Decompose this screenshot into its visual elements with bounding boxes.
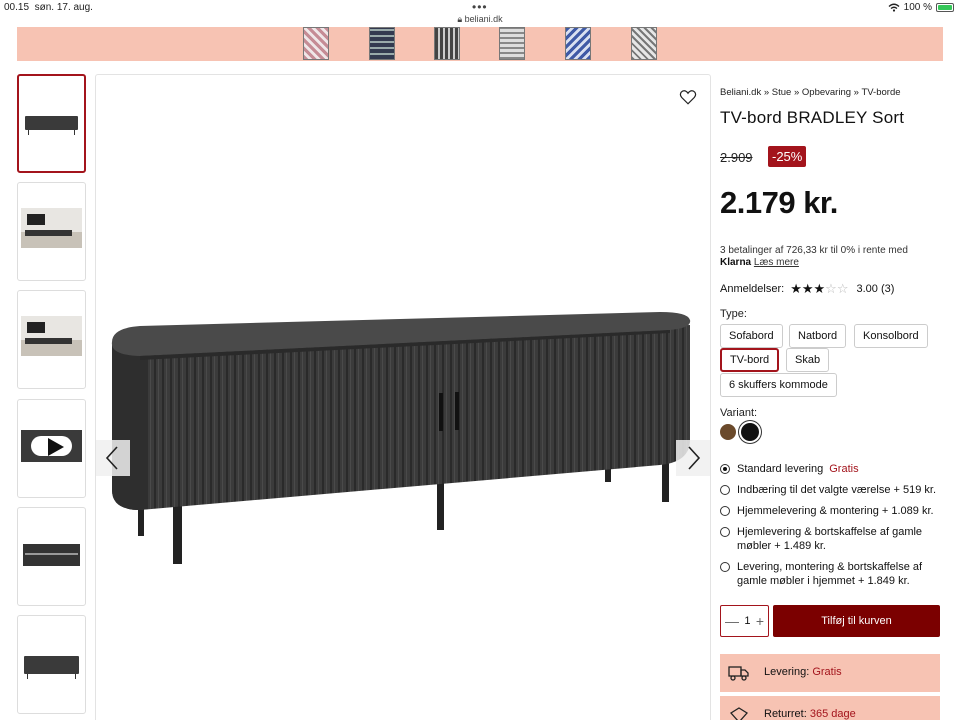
address-bar[interactable]: 🔒︎ beliani.dk <box>0 14 960 25</box>
status-bar: 00.15 søn. 17. aug. ••• 🔒︎ beliani.dk 10… <box>0 0 960 26</box>
chevron-right-icon <box>688 446 701 470</box>
more-icon[interactable]: ••• <box>472 0 488 14</box>
product-title: TV-bord BRADLEY Sort <box>720 108 905 127</box>
rug-image[interactable] <box>303 27 329 60</box>
rating-stars: ★★★☆☆ <box>790 281 848 297</box>
returns-info-box: Returret: 365 dage <box>720 696 940 720</box>
type-option-tv-bord[interactable]: TV-bord <box>720 348 780 372</box>
return-365-icon <box>730 707 748 720</box>
rating-score: 3.00 (3) <box>856 283 895 295</box>
status-time: 00.15 søn. 17. aug. <box>4 2 93 13</box>
thumbnail-3[interactable] <box>17 290 86 389</box>
rug-image[interactable] <box>434 27 460 60</box>
wifi-icon <box>888 3 900 12</box>
radio-button[interactable] <box>720 562 730 572</box>
rug-image[interactable] <box>369 27 395 60</box>
promo-banner[interactable] <box>17 27 943 61</box>
delivery-info-value: Gratis <box>812 666 842 678</box>
breadcrumb-link[interactable]: TV-borde <box>861 87 900 98</box>
breadcrumb-link[interactable]: Beliani.dk <box>720 87 761 98</box>
thumbnail-6[interactable] <box>17 615 86 714</box>
delivery-option[interactable]: Hjemmelevering & montering + 1.089 kr. <box>720 504 934 518</box>
reviews-label: Anmeldelser: <box>720 283 785 295</box>
truck-icon <box>728 666 749 681</box>
rug-image[interactable] <box>631 27 657 60</box>
quantity-value[interactable]: 1 <box>744 615 750 627</box>
chevron-left-icon <box>105 446 118 470</box>
heart-icon[interactable] <box>679 88 697 106</box>
type-option-kommode[interactable]: 6 skuffers kommode <box>720 373 837 397</box>
returns-info-value: 365 dage <box>809 708 856 720</box>
breadcrumb-link[interactable]: Opbevaring <box>802 87 851 98</box>
battery-percent: 100 % <box>903 2 932 13</box>
status-right: 100 % <box>888 2 954 13</box>
current-price: 2.179 kr. <box>720 185 838 220</box>
delivery-option[interactable]: Hjemlevering & bortskaffelse af gamle mø… <box>720 525 935 553</box>
star-empty-icon: ☆ <box>836 281 849 296</box>
prev-image-button[interactable] <box>96 440 130 476</box>
delivery-option[interactable]: Indbæring til det valgte værelse + 519 k… <box>720 483 936 497</box>
lock-icon: 🔒︎ <box>457 14 463 24</box>
video-thumbnail[interactable] <box>17 399 86 498</box>
quantity-stepper[interactable]: — 1 + <box>720 605 769 637</box>
delivery-option[interactable]: Levering, montering & bortskaffelse af g… <box>720 560 935 588</box>
type-label: Type: <box>720 308 747 320</box>
add-to-cart-button[interactable]: Tilføj til kurven <box>773 605 940 637</box>
variant-label: Variant: <box>720 407 758 419</box>
discount-badge: -25% <box>768 146 807 167</box>
type-option-sofabord[interactable]: Sofabord <box>720 324 783 348</box>
klarna-text: 3 betalinger af 726,33 kr til 0% i rente… <box>720 245 908 256</box>
star-filled-icon: ★ <box>801 281 814 296</box>
delivery-option[interactable]: Standard levering Gratis <box>720 462 859 476</box>
delivery-info-label: Levering: <box>764 666 810 678</box>
radio-button[interactable] <box>720 527 730 537</box>
reviews[interactable]: Anmeldelser: ★★★☆☆ 3.00 (3) <box>720 281 894 297</box>
decrease-button[interactable]: — <box>725 613 739 629</box>
rug-image[interactable] <box>499 27 525 60</box>
radio-button[interactable] <box>720 485 730 495</box>
old-price: 2.909 <box>720 150 753 165</box>
star-filled-icon: ★ <box>813 281 826 296</box>
thumbnail-1[interactable] <box>17 74 86 173</box>
increase-button[interactable]: + <box>756 613 764 629</box>
klarna-logo: Klarna <box>720 257 752 268</box>
next-image-button[interactable] <box>676 440 710 476</box>
thumbnail-5[interactable] <box>17 507 86 606</box>
rug-image[interactable] <box>565 27 591 60</box>
radio-button[interactable] <box>720 464 730 474</box>
radio-button[interactable] <box>720 506 730 516</box>
battery-icon <box>936 3 954 12</box>
variant-swatch-brown[interactable] <box>720 424 736 440</box>
star-filled-icon: ★ <box>790 281 802 296</box>
type-option-konsolbord[interactable]: Konsolbord <box>854 324 928 348</box>
klarna-info: 3 betalinger af 726,33 kr til 0% i rente… <box>720 245 908 269</box>
breadcrumb: Beliani.dk » Stue » Opbevaring » TV-bord… <box>720 87 901 98</box>
delivery-info-box: Levering: Gratis <box>720 654 940 692</box>
read-more-link[interactable]: Læs mere <box>754 257 799 268</box>
breadcrumb-link[interactable]: Stue <box>772 87 792 98</box>
tv-bench-image <box>111 312 691 564</box>
type-option-skab[interactable]: Skab <box>786 348 830 372</box>
variant-swatch-black[interactable] <box>741 423 759 441</box>
play-icon <box>48 438 64 456</box>
type-option-natbord[interactable]: Natbord <box>789 324 847 348</box>
returns-info-label: Returret: <box>764 708 807 720</box>
star-empty-icon: ☆ <box>825 281 837 296</box>
thumbnail-2[interactable] <box>17 182 86 281</box>
